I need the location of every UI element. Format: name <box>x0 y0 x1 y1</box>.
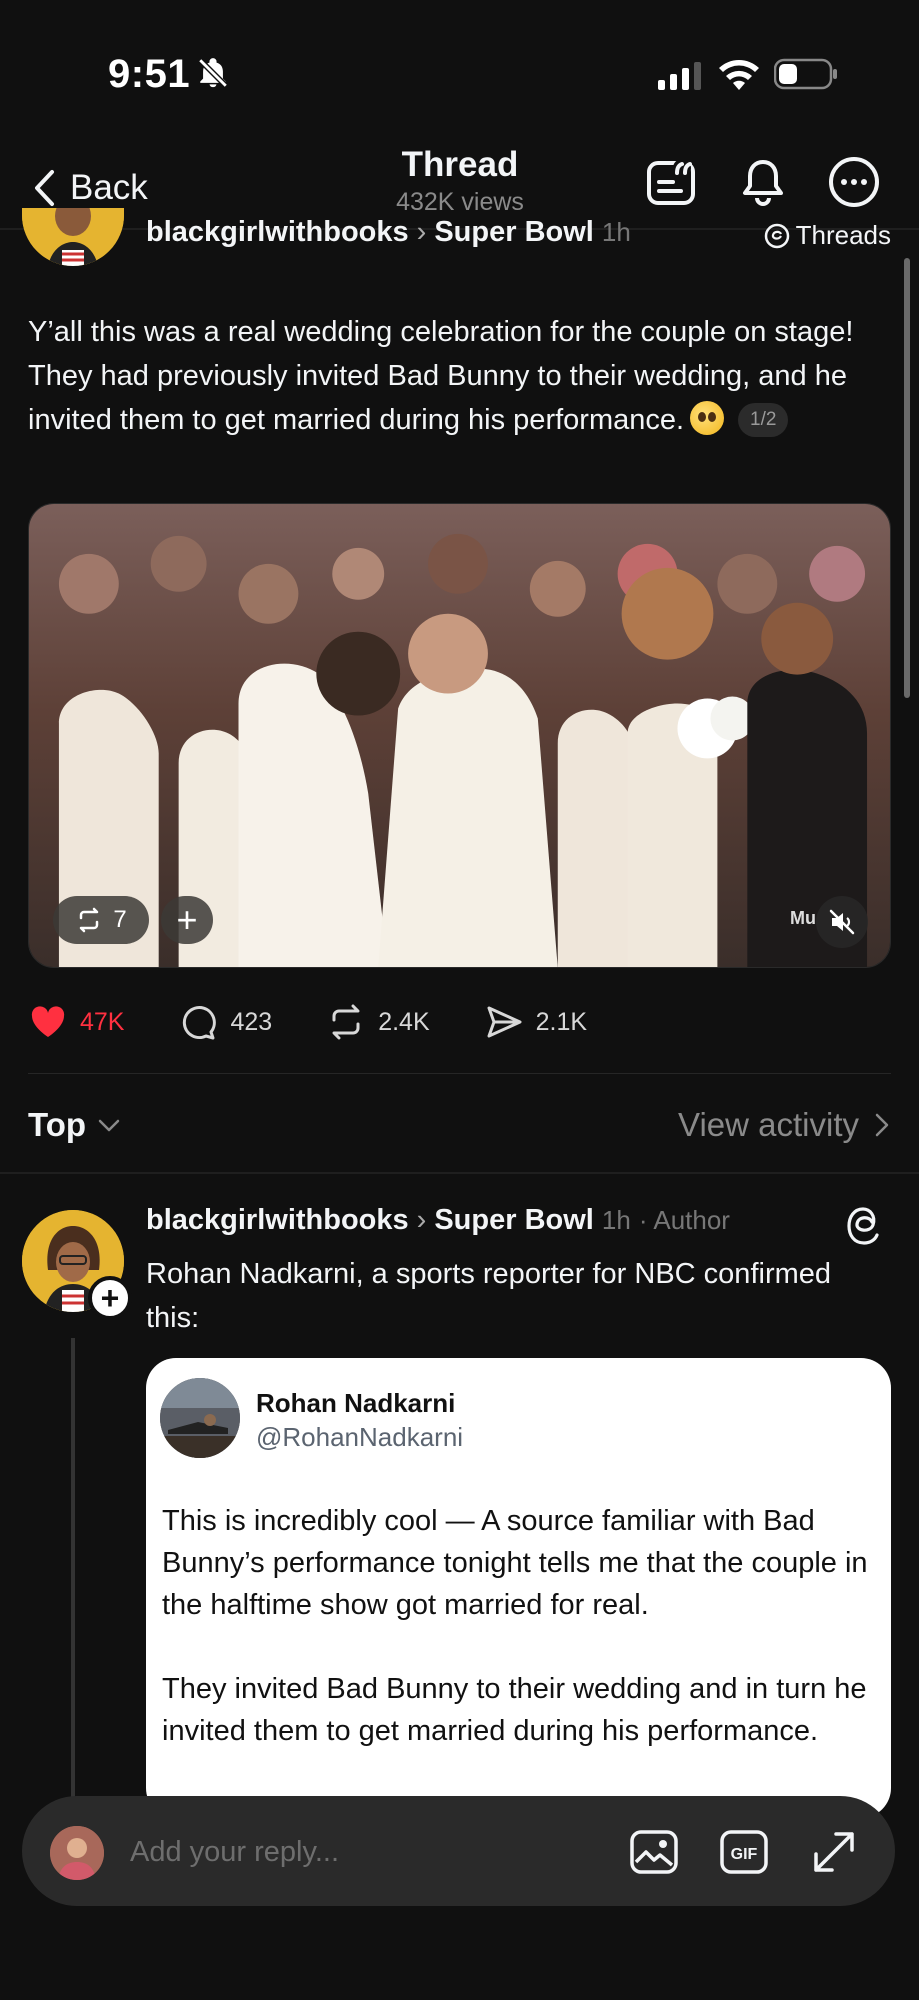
post-body: Y’all this was a real wedding celebratio… <box>28 316 854 436</box>
gif-icon[interactable]: GIF <box>718 1826 770 1878</box>
author-name[interactable]: blackgirlwithbooks <box>146 216 409 248</box>
post-text: Y’all this was a real wedding celebratio… <box>28 310 858 442</box>
sort-row: Top View activity <box>28 1100 891 1150</box>
page-title: Thread <box>401 145 519 184</box>
post-time: 1h <box>601 217 631 247</box>
threads-logo-icon[interactable] <box>844 1206 884 1246</box>
reply-text: Rohan Nadkarni, a sports reporter for NB… <box>146 1258 832 1334</box>
threads-tag-label: Threads <box>795 220 891 250</box>
send-icon <box>487 1006 522 1038</box>
bell-icon[interactable] <box>735 154 791 210</box>
threads-logo-icon <box>764 223 789 248</box>
signal-icon <box>658 62 701 90</box>
author-tag: · Author <box>638 1205 730 1235</box>
reply-community-name[interactable]: Super Bowl <box>434 1204 594 1236</box>
chevron-right-icon <box>875 1113 889 1137</box>
view-activity-label: View activity <box>678 1106 859 1143</box>
expand-icon[interactable] <box>808 1826 860 1878</box>
mute-button[interactable] <box>816 896 868 948</box>
quote-avatar <box>160 1378 240 1458</box>
reply-bar: GIF <box>22 1796 895 1906</box>
video-add-button[interactable]: + <box>161 896 213 944</box>
comment-icon <box>183 1006 217 1040</box>
image-icon[interactable] <box>628 1826 680 1878</box>
follow-plus-button[interactable]: + <box>88 1276 132 1320</box>
comment-button[interactable]: 423 <box>178 1002 272 1042</box>
video-player[interactable]: Mu 7 + <box>28 503 891 968</box>
view-activity-link[interactable]: View activity <box>678 1106 891 1144</box>
reply-author-name[interactable]: blackgirlwithbooks <box>146 1204 409 1236</box>
repost-count: 2.4K <box>378 1007 430 1036</box>
like-count: 47K <box>80 1007 125 1036</box>
battery-icon <box>774 58 837 90</box>
quote-paragraph: They invited Bad Bunny to their wedding … <box>162 1673 867 1747</box>
sort-label: Top <box>28 1106 87 1143</box>
scrollbar[interactable] <box>904 258 910 698</box>
quoted-post-card[interactable]: Rohan Nadkarni @RohanNadkarni This is in… <box>146 1358 891 1818</box>
quote-body: This is incredibly cool — A source famil… <box>162 1500 877 1794</box>
reply-meta: blackgirlwithbooks › Super Bowl 1h · Autho… <box>146 1204 730 1236</box>
sort-dropdown[interactable]: Top <box>28 1106 122 1144</box>
avatar[interactable] <box>22 208 124 266</box>
wifi-icon <box>719 60 759 90</box>
repost-icon <box>80 907 99 933</box>
header-title-block: Thread 432K views <box>300 144 620 218</box>
chevron-down-icon <box>98 1119 120 1132</box>
video-repost-count-label: 7 <box>113 906 127 933</box>
view-count: 432K views <box>396 188 524 216</box>
heart-filled-icon <box>31 1006 65 1037</box>
share-button[interactable]: 2.1K <box>484 1002 587 1042</box>
share-count: 2.1K <box>535 1007 588 1036</box>
threads-tag[interactable]: Threads <box>764 220 891 251</box>
like-button[interactable]: 47K <box>28 1002 124 1042</box>
status-time: 9:51 <box>108 52 191 96</box>
svg-text:GIF: GIF <box>731 1846 758 1863</box>
post-meta: blackgirlwithbooks › Super Bowl 1h <box>146 216 631 248</box>
current-user-avatar <box>50 1826 104 1880</box>
repost-button[interactable]: 2.4K <box>326 1002 430 1042</box>
video-frame <box>29 504 890 967</box>
chevron-left-icon <box>35 170 54 206</box>
repost-icon <box>332 1004 360 1040</box>
bell-off-icon <box>198 58 228 88</box>
community-name[interactable]: Super Bowl <box>434 216 594 248</box>
quote-author-name: Rohan Nadkarni <box>256 1388 456 1418</box>
status-bar: 9:51 <box>0 0 919 150</box>
thread-line <box>71 1338 75 1798</box>
reply-time: 1h <box>601 1205 631 1235</box>
more-options-icon[interactable] <box>826 154 882 210</box>
actions-divider <box>28 1073 891 1074</box>
back-label: Back <box>70 168 148 207</box>
sort-divider <box>0 1172 919 1174</box>
speaker-muted-icon <box>829 909 855 935</box>
video-logo-watermark: Mu <box>790 908 816 928</box>
pleading-face-emoji <box>690 401 725 435</box>
post-actions: 47K 423 2.4K 2.1K <box>28 1000 641 1044</box>
quote-paragraph: This is incredibly cool — A source famil… <box>162 1505 868 1621</box>
quote-author-handle: @RohanNadkarni <box>256 1422 464 1452</box>
quotes-icon[interactable] <box>644 154 700 210</box>
page-indicator-badge: 1/2 <box>738 403 789 437</box>
reply-input[interactable] <box>130 1826 490 1878</box>
video-repost-count[interactable]: 7 <box>53 896 149 944</box>
comment-count: 423 <box>230 1007 273 1036</box>
